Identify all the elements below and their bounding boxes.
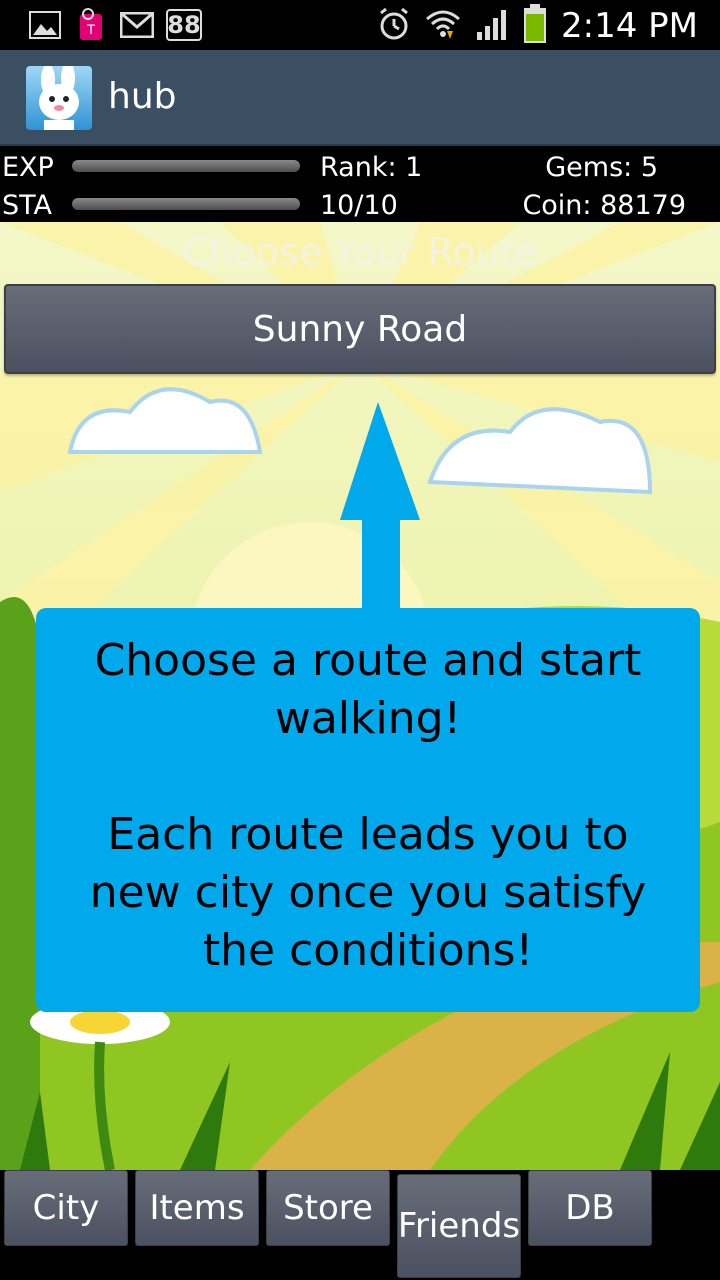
stamina-value: 10/10	[320, 190, 398, 221]
action-bar: hub	[0, 50, 720, 146]
tip-text-2: Each route leads you to new city once yo…	[89, 809, 647, 976]
route-button-sunny-road[interactable]: Sunny Road	[4, 284, 716, 374]
alarm-icon	[377, 7, 411, 45]
gallery-icon	[28, 8, 62, 42]
signal-icon	[475, 8, 509, 44]
app-title: hub	[108, 76, 177, 117]
battery-icon	[523, 4, 547, 48]
coin-value: Coin: 88179	[522, 190, 686, 221]
system-icons: 2:14 PM	[377, 4, 698, 48]
route-scene: Choose Your Route Sunny Road Choose a ro…	[0, 222, 720, 1170]
status-bar: T 88 2:14 PM	[0, 0, 720, 50]
tab-store[interactable]: Store	[266, 1170, 390, 1246]
player-stats: EXP Rank: 1 Gems: 5 STA 10/10 Coin: 8817…	[0, 146, 720, 222]
exp-bar	[72, 160, 300, 172]
tab-items[interactable]: Items	[135, 1170, 259, 1246]
rank-value: Rank: 1	[320, 152, 423, 183]
gmail-icon	[120, 8, 154, 42]
tab-db[interactable]: DB	[528, 1170, 652, 1246]
svg-text:T: T	[87, 21, 96, 37]
gems-value: Gems: 5	[545, 152, 658, 183]
tab-friends[interactable]: Friends	[397, 1174, 521, 1278]
tmobile-icon: T	[74, 8, 108, 42]
tutorial-tip: Choose a route and start walking! Each r…	[36, 608, 700, 1012]
sta-bar	[72, 198, 300, 210]
app-logo-icon[interactable]	[26, 66, 92, 130]
badge-number: 88	[167, 11, 201, 39]
bottom-nav: City Items Store Friends DB	[0, 1170, 720, 1280]
tip-text-1: Choose a route and start walking!	[94, 635, 642, 744]
wifi-icon	[425, 7, 461, 45]
notification-icons: T 88	[28, 8, 202, 42]
notification-88-icon: 88	[166, 8, 202, 42]
clock: 2:14 PM	[561, 6, 698, 46]
tab-city[interactable]: City	[4, 1170, 128, 1246]
screen-title: Choose Your Route	[182, 230, 538, 274]
sta-label: STA	[2, 190, 53, 221]
exp-label: EXP	[2, 152, 54, 183]
